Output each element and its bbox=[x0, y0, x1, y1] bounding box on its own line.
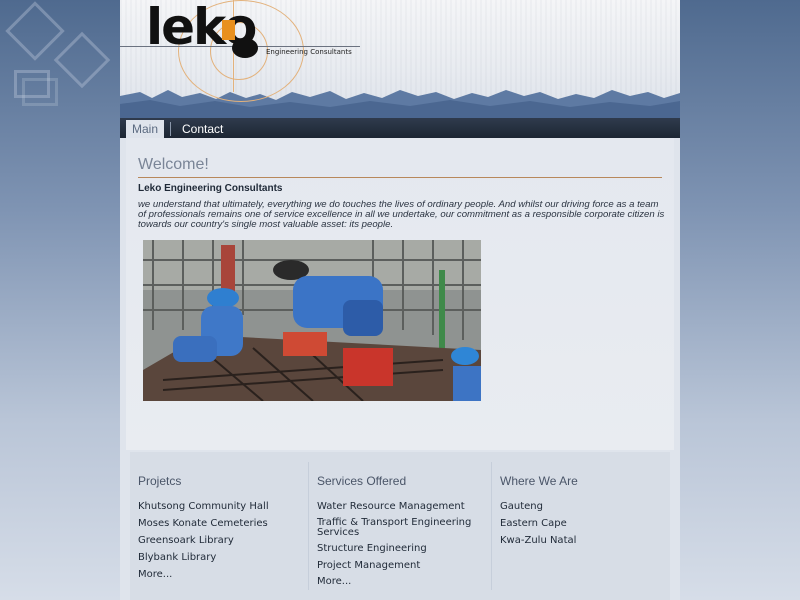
construction-workers-photo bbox=[143, 240, 481, 401]
tab-main[interactable]: Main bbox=[126, 120, 165, 138]
main-content: Welcome! Leko Engineering Consultants we… bbox=[126, 138, 674, 450]
company-name: Leko Engineering Consultants bbox=[138, 183, 283, 194]
services-more-link[interactable]: More... bbox=[317, 576, 351, 587]
services-column: Services Offered Water Resource Manageme… bbox=[309, 452, 491, 600]
site-header: leko Engineering Consultants bbox=[120, 0, 680, 118]
projects-heading: Projetcs bbox=[138, 474, 182, 488]
intro-paragraph: we understand that ultimately, everythin… bbox=[138, 199, 665, 230]
title-divider bbox=[138, 177, 662, 178]
tab-contact[interactable]: Contact bbox=[176, 120, 229, 138]
projects-more-link[interactable]: More... bbox=[138, 569, 172, 580]
locations-heading: Where We Are bbox=[500, 474, 578, 488]
background-decoration bbox=[22, 78, 58, 106]
location-link-kwazulu-natal[interactable]: Kwa-Zulu Natal bbox=[500, 535, 576, 546]
project-link-greensoark[interactable]: Greensoark Library bbox=[138, 535, 234, 546]
location-link-eastern-cape[interactable]: Eastern Cape bbox=[500, 518, 567, 529]
page-container: leko Engineering Consultants Main Contac… bbox=[120, 0, 680, 600]
project-link-blybank[interactable]: Blybank Library bbox=[138, 552, 216, 563]
page-title: Welcome! bbox=[138, 156, 209, 173]
services-heading: Services Offered bbox=[317, 474, 407, 488]
logo-accent-square bbox=[222, 20, 235, 40]
logo-subtitle: Engineering Consultants bbox=[266, 48, 352, 56]
service-link-traffic[interactable]: Traffic & Transport Engineering Services bbox=[317, 518, 487, 538]
project-link-moses-konate[interactable]: Moses Konate Cemeteries bbox=[138, 518, 268, 529]
locations-column: Where We Are Gauteng Eastern Cape Kwa-Zu… bbox=[492, 452, 670, 600]
background-decoration bbox=[53, 31, 111, 89]
projects-column: Projetcs Khutsong Community Hall Moses K… bbox=[130, 452, 308, 600]
service-link-structure[interactable]: Structure Engineering bbox=[317, 543, 427, 554]
nav-divider bbox=[170, 122, 171, 136]
service-link-project-management[interactable]: Project Management bbox=[317, 560, 420, 571]
logo-dot bbox=[232, 38, 258, 58]
service-link-water[interactable]: Water Resource Management bbox=[317, 501, 465, 512]
footer: Projetcs Khutsong Community Hall Moses K… bbox=[130, 452, 670, 600]
project-link-khutsong[interactable]: Khutsong Community Hall bbox=[138, 501, 269, 512]
location-link-gauteng[interactable]: Gauteng bbox=[500, 501, 543, 512]
main-navigation: Main Contact bbox=[120, 118, 680, 138]
background-decoration bbox=[5, 1, 65, 61]
photo-illustration bbox=[143, 240, 481, 401]
